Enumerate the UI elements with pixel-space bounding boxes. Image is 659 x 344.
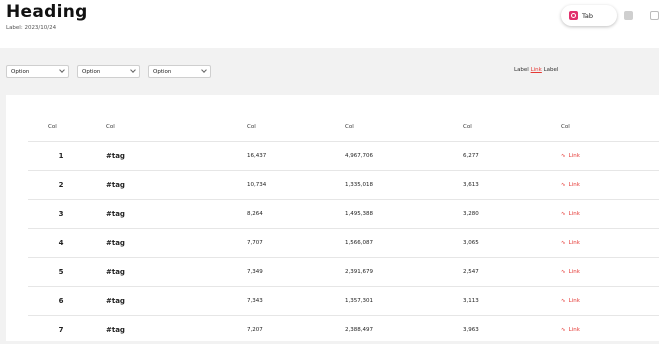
influencers-cell: 3,065 xyxy=(463,240,479,246)
ranking-table: Col Col Col Col Col Col 1 #tag 16,437 4,… xyxy=(6,95,659,341)
hashtag-cell: #tag xyxy=(106,239,125,247)
mentions-cell: 7,343 xyxy=(247,298,263,304)
period-select-value: Option xyxy=(82,68,101,75)
table-row: 4 #tag 7,707 1,566,087 3,065 ∿ Link xyxy=(28,228,659,257)
engagement-cell: 2,388,497 xyxy=(345,327,373,333)
last-updated-label: Label: 2023/10/24 xyxy=(6,25,57,31)
show-analysis-link[interactable]: ∿ Link xyxy=(561,240,580,246)
trend-icon: ∿ xyxy=(561,182,566,188)
show-analysis-link[interactable]: ∿ Link xyxy=(561,327,580,333)
chevron-down-icon xyxy=(201,67,207,73)
rank-cell: 7 xyxy=(58,326,64,334)
show-analysis-label: Link xyxy=(568,327,580,333)
header-action: Col xyxy=(561,124,570,130)
table-row: 1 #tag 16,437 4,967,706 6,277 ∿ Link xyxy=(28,141,659,170)
show-analysis-label: Link xyxy=(568,240,580,246)
show-analysis-link[interactable]: ∿ Link xyxy=(561,269,580,275)
country-select[interactable]: Option xyxy=(6,65,69,78)
hashtag-cell: #tag xyxy=(106,181,125,189)
header-hashtag: Col xyxy=(106,124,115,130)
chevron-down-icon xyxy=(130,67,136,73)
category-select-value: Option xyxy=(153,68,172,75)
trend-icon: ∿ xyxy=(561,269,566,275)
feedback-link[interactable]: Link xyxy=(531,67,542,73)
rank-cell: 3 xyxy=(58,210,64,218)
header-mentions: Col xyxy=(247,124,256,130)
engagement-cell: 4,967,706 xyxy=(345,153,373,159)
show-analysis-label: Link xyxy=(568,211,580,217)
influencers-cell: 2,547 xyxy=(463,269,479,275)
influencers-cell: 3,280 xyxy=(463,211,479,217)
trend-icon: ∿ xyxy=(561,298,566,304)
show-analysis-link[interactable]: ∿ Link xyxy=(561,211,580,217)
hashtag-cell: #tag xyxy=(106,297,125,305)
mentions-cell: 7,707 xyxy=(247,240,263,246)
engagement-cell: 1,335,018 xyxy=(345,182,373,188)
show-analysis-link[interactable]: ∿ Link xyxy=(561,298,580,304)
platform-tab-label: Tab xyxy=(582,11,594,20)
trend-icon: ∿ xyxy=(561,327,566,333)
rank-cell: 4 xyxy=(58,239,64,247)
engagement-cell: 1,566,087 xyxy=(345,240,373,246)
header-influencers: Col xyxy=(463,124,472,130)
mentions-cell: 8,264 xyxy=(247,211,263,217)
trend-icon: ∿ xyxy=(561,240,566,246)
show-analysis-label: Link xyxy=(568,153,580,159)
page-title: Heading xyxy=(6,2,88,22)
feedback-suffix: Label xyxy=(543,67,559,73)
feedback-question: Label xyxy=(514,67,529,73)
influencers-cell: 3,963 xyxy=(463,327,479,333)
mentions-cell: 7,349 xyxy=(247,269,263,275)
category-select[interactable]: Option xyxy=(148,65,211,78)
hashtag-cell: #tag xyxy=(106,210,125,218)
influencers-cell: 6,277 xyxy=(463,153,479,159)
hashtag-cell: #tag xyxy=(106,152,125,160)
hashtag-cell: #tag xyxy=(106,268,125,276)
alt-platform-icon-a[interactable] xyxy=(624,11,633,20)
alt-platform-icon-b[interactable] xyxy=(650,11,659,20)
show-analysis-label: Link xyxy=(568,269,580,275)
engagement-cell: 1,495,388 xyxy=(345,211,373,217)
table-row: 2 #tag 10,734 1,335,018 3,613 ∿ Link xyxy=(28,170,659,199)
hashtag-cell: #tag xyxy=(106,326,125,334)
influencers-cell: 3,113 xyxy=(463,298,479,304)
platform-tab-active[interactable]: Tab xyxy=(561,5,617,26)
engagement-cell: 2,391,679 xyxy=(345,269,373,275)
show-analysis-link[interactable]: ∿ Link xyxy=(561,153,580,159)
engagement-cell: 1,357,301 xyxy=(345,298,373,304)
country-select-value: Option xyxy=(11,68,30,75)
table-row: 6 #tag 7,343 1,357,301 3,113 ∿ Link xyxy=(28,286,659,315)
rank-cell: 6 xyxy=(58,297,64,305)
influencers-cell: 3,613 xyxy=(463,182,479,188)
trend-icon: ∿ xyxy=(561,211,566,217)
mentions-cell: 16,437 xyxy=(247,153,267,159)
table-row: 7 #tag 7,207 2,388,497 3,963 ∿ Link xyxy=(28,315,659,344)
table-row: 5 #tag 7,349 2,391,679 2,547 ∿ Link xyxy=(28,257,659,286)
table-row: 3 #tag 8,264 1,495,388 3,280 ∿ Link xyxy=(28,199,659,228)
show-analysis-label: Link xyxy=(568,182,580,188)
trend-icon: ∿ xyxy=(561,153,566,159)
chevron-down-icon xyxy=(59,67,65,73)
rank-cell: 1 xyxy=(58,152,64,160)
rank-cell: 5 xyxy=(58,268,64,276)
rank-cell: 2 xyxy=(58,181,64,189)
page-header: Heading Label: 2023/10/24 Tab xyxy=(0,0,659,48)
header-engagement: Col xyxy=(345,124,354,130)
period-select[interactable]: Option xyxy=(77,65,140,78)
show-analysis-label: Link xyxy=(568,298,580,304)
mentions-cell: 7,207 xyxy=(247,327,263,333)
feedback-prompt: Label Link Label xyxy=(514,67,558,73)
platform-icon xyxy=(569,11,578,20)
show-analysis-link[interactable]: ∿ Link xyxy=(561,182,580,188)
header-rank: Col xyxy=(48,124,57,130)
mentions-cell: 10,734 xyxy=(247,182,267,188)
